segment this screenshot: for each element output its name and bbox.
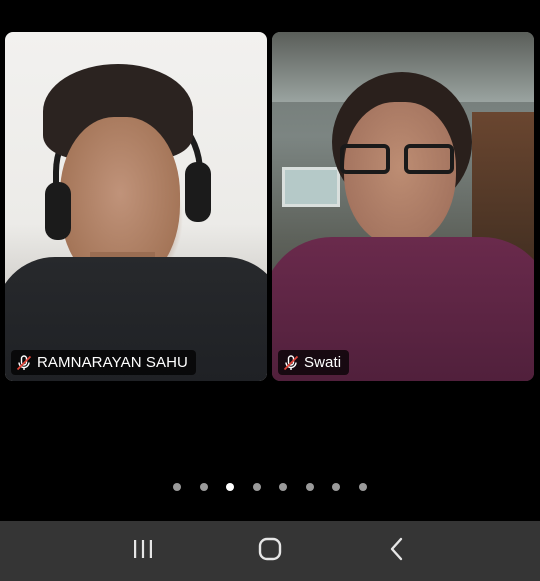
page-dot[interactable] xyxy=(199,483,208,491)
page-dot[interactable] xyxy=(332,483,341,491)
mic-muted-icon xyxy=(15,354,33,372)
system-navigation-bar xyxy=(0,521,540,581)
participant-name: RAMNARAYAN SAHU xyxy=(37,354,188,371)
page-dot[interactable] xyxy=(279,483,288,491)
participant-video-tile[interactable]: RAMNARAYAN SAHU xyxy=(5,32,267,381)
participant-video xyxy=(272,32,534,381)
participant-video-tile[interactable]: Swati xyxy=(272,32,534,381)
recent-apps-button[interactable] xyxy=(123,531,163,571)
back-icon xyxy=(387,537,407,566)
participant-name: Swati xyxy=(304,354,342,371)
mic-muted-icon xyxy=(282,354,300,372)
page-dot[interactable] xyxy=(173,483,182,491)
page-indicator[interactable] xyxy=(0,483,540,491)
home-icon xyxy=(257,536,283,567)
participant-name-tag: Swati xyxy=(278,350,350,375)
participant-video xyxy=(5,32,267,381)
meeting-gallery-view: RAMNARAYAN SAHU Swati xyxy=(0,0,540,521)
page-dot[interactable] xyxy=(305,483,314,491)
page-dot-active[interactable] xyxy=(226,483,235,491)
home-button[interactable] xyxy=(250,531,290,571)
page-dot[interactable] xyxy=(252,483,261,491)
participant-name-tag: RAMNARAYAN SAHU xyxy=(11,350,196,375)
recent-apps-icon xyxy=(131,538,155,565)
page-dot[interactable] xyxy=(358,483,367,491)
back-button[interactable] xyxy=(377,531,417,571)
